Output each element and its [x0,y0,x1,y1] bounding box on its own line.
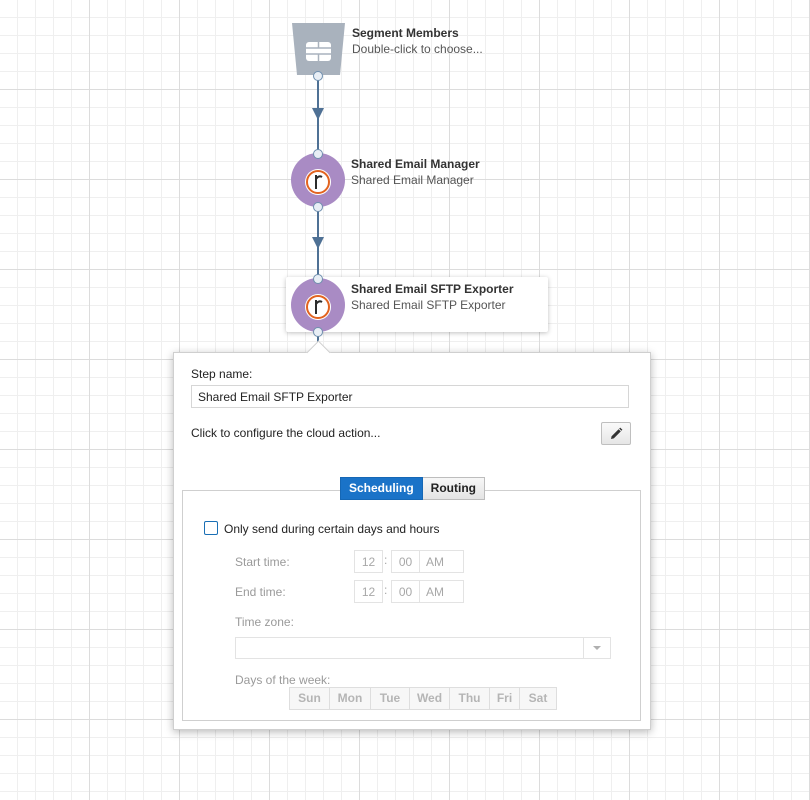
edit-cloud-action-button[interactable] [601,422,631,445]
node-title: Segment Members [352,26,459,40]
manager-input-port[interactable] [313,149,323,159]
segment-members-node-label[interactable]: Segment Members Double-click to choose..… [352,25,483,57]
email-manager-node-icon[interactable] [291,153,345,207]
dropdown-toggle[interactable] [583,638,610,658]
configure-cloud-action-text[interactable]: Click to configure the cloud action... [191,426,380,440]
time-separator: : [384,553,388,567]
day-toggle-sat[interactable]: Sat [520,687,557,710]
days-of-week-label: Days of the week: [235,673,331,687]
node-subtitle: Shared Email Manager [351,173,474,187]
day-toggle-sun[interactable]: Sun [289,687,330,710]
start-minute-field[interactable]: 00 [391,550,420,573]
connector-2[interactable] [312,207,324,278]
node-subtitle: Double-click to choose... [352,42,483,56]
step-name-input[interactable] [191,385,629,408]
start-time-label: Start time: [235,555,290,569]
segment-members-node-icon[interactable] [292,23,345,75]
day-toggle-thu[interactable]: Thu [450,687,490,710]
day-toggle-fri[interactable]: Fri [490,687,520,710]
start-hour-field[interactable]: 12 [354,550,383,573]
time-zone-label: Time zone: [235,615,294,629]
tab-routing[interactable]: Routing [422,477,485,500]
node-title: Shared Email Manager [351,157,480,171]
manager-output-port[interactable] [313,202,323,212]
connector-1[interactable] [312,76,324,154]
step-name-label: Step name: [191,367,253,381]
sftp-exporter-node-label[interactable]: Shared Email SFTP Exporter Shared Email … [351,281,514,313]
tab-scheduling[interactable]: Scheduling [340,477,423,500]
caret-down-icon [593,646,601,650]
node-subtitle: Shared Email SFTP Exporter [351,298,506,312]
properties-tabs: Scheduling Routing [340,477,485,500]
step-properties-popover: Step name: Click to configure the cloud … [173,340,651,730]
email-manager-node-label[interactable]: Shared Email Manager Shared Email Manage… [351,156,480,188]
time-separator: : [384,583,388,597]
day-toggle-tue[interactable]: Tue [371,687,410,710]
end-minute-field[interactable]: 00 [391,580,420,603]
schedule-restrict-label[interactable]: Only send during certain days and hours [224,522,439,536]
end-ampm-field[interactable]: AM [419,580,464,603]
pencil-icon [611,427,623,439]
scheduling-tab-panel: Only send during certain days and hours … [182,490,641,721]
database-icon [306,42,331,61]
end-hour-field[interactable]: 12 [354,580,383,603]
time-zone-select[interactable] [235,637,611,659]
workflow-canvas[interactable]: Segment Members Double-click to choose..… [0,0,810,800]
day-toggle-mon[interactable]: Mon [330,687,371,710]
segment-output-port[interactable] [313,71,323,81]
node-title: Shared Email SFTP Exporter [351,282,514,296]
schedule-restrict-checkbox[interactable] [204,521,218,535]
day-toggle-wed[interactable]: Wed [410,687,450,710]
days-of-week-toggle-group: Sun Mon Tue Wed Thu Fri Sat [289,687,557,710]
start-ampm-field[interactable]: AM [419,550,464,573]
end-time-label: End time: [235,585,286,599]
responsys-logo-icon [305,169,331,195]
